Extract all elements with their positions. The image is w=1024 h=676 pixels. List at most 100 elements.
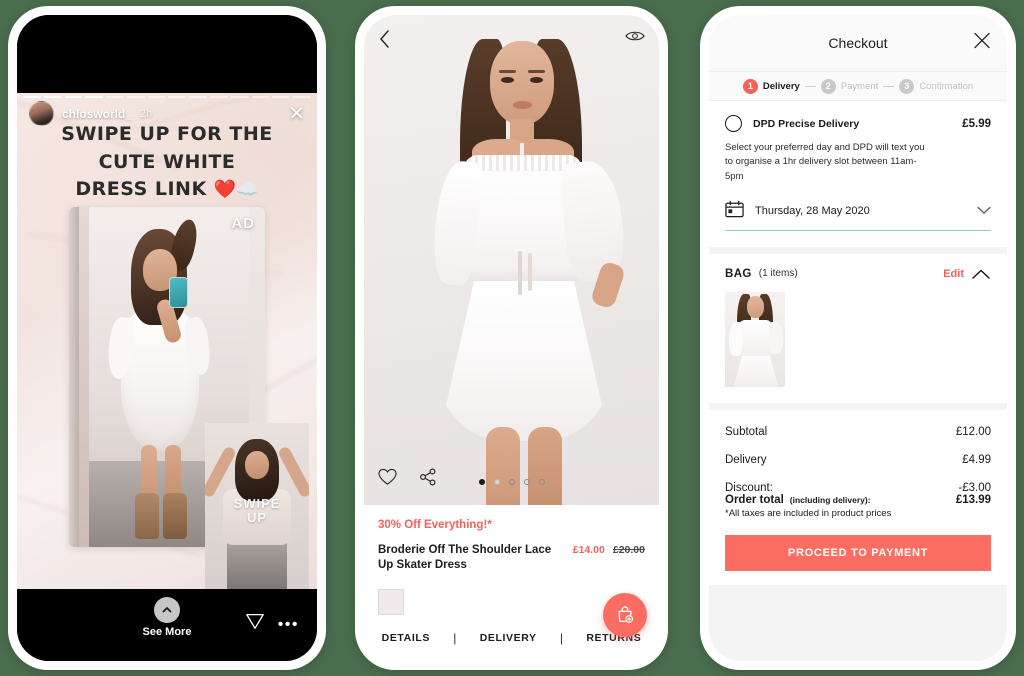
stepper-label: Confirmation bbox=[919, 80, 974, 92]
delivery-date-value: Thursday, 28 May 2020 bbox=[755, 205, 870, 218]
edit-bag-button[interactable]: Edit bbox=[943, 268, 964, 280]
chevron-down-icon[interactable] bbox=[977, 202, 991, 220]
product-hero-image[interactable] bbox=[364, 15, 659, 506]
chevron-up-icon[interactable] bbox=[971, 268, 991, 280]
ad-label: AD bbox=[231, 215, 255, 232]
story-header: chlosworld_ 2h ✕ bbox=[17, 101, 317, 126]
story-screen: chlosworld_ 2h ✕ SWIPE UP FOR THE CUTE W… bbox=[17, 15, 317, 661]
delivery-option-row[interactable]: DPD Precise Delivery £5.99 bbox=[725, 115, 991, 132]
carousel-dot[interactable] bbox=[523, 479, 530, 486]
stepper-step-payment[interactable]: 2 Payment bbox=[820, 78, 878, 94]
product-title: Broderie Off The Shoulder Lace Up Skater… bbox=[378, 544, 552, 572]
calendar-icon bbox=[725, 200, 744, 223]
story-progress-segment[interactable] bbox=[147, 96, 166, 98]
carousel-dot[interactable] bbox=[493, 479, 500, 486]
person-face bbox=[245, 451, 269, 479]
summary-row-label: Subtotal bbox=[725, 425, 768, 438]
story-progress-segment[interactable] bbox=[230, 96, 249, 98]
model-leg-left bbox=[486, 427, 520, 506]
story-content[interactable]: chlosworld_ 2h ✕ SWIPE UP FOR THE CUTE W… bbox=[17, 93, 317, 589]
story-progress-segment[interactable] bbox=[251, 96, 270, 98]
stepper-bullet: 3 bbox=[899, 78, 915, 94]
story-progress-segment[interactable] bbox=[293, 96, 311, 98]
story-status-area bbox=[17, 15, 317, 93]
add-to-bag-button[interactable] bbox=[603, 593, 647, 637]
story-progress-segment[interactable] bbox=[189, 96, 208, 98]
bag-item-count: (1 items) bbox=[758, 268, 798, 280]
tab-delivery[interactable]: DELIVERY bbox=[480, 632, 537, 644]
proceed-to-payment-button[interactable]: PROCEED TO PAYMENT bbox=[725, 534, 991, 571]
send-icon[interactable] bbox=[245, 611, 265, 636]
stepper-bullet: 1 bbox=[742, 78, 758, 94]
delivery-date-picker[interactable]: Thursday, 28 May 2020 bbox=[725, 200, 991, 231]
order-summary-card: Subtotal £12.00 Delivery £4.99 Discount: -£3.… bbox=[709, 409, 1007, 585]
story-timestamp: 2h bbox=[140, 107, 153, 120]
thumb-skirt bbox=[733, 351, 779, 387]
page-title: Checkout bbox=[828, 35, 888, 51]
dress-tassel bbox=[528, 253, 532, 291]
order-total-left: Order total (including delivery): bbox=[725, 494, 871, 506]
stepper-step-confirmation[interactable]: 3 Confirmation bbox=[899, 78, 974, 94]
model-eyebrow-left bbox=[499, 70, 516, 73]
delivery-method-price: £5.99 bbox=[962, 117, 991, 130]
radio-unchecked-icon[interactable] bbox=[725, 115, 742, 132]
share-icon[interactable] bbox=[419, 468, 437, 491]
summary-row: Discount: -£3.00 bbox=[725, 482, 991, 494]
promo-banner-text: 30% Off Everything!* bbox=[378, 519, 492, 532]
story-progress-segment[interactable] bbox=[210, 96, 228, 98]
close-icon[interactable] bbox=[973, 32, 991, 55]
story-progress-segment[interactable] bbox=[106, 96, 124, 98]
order-total-row: Order total (including delivery): £13.99 bbox=[725, 494, 991, 506]
close-icon[interactable]: ✕ bbox=[288, 104, 305, 124]
story-progress-segment[interactable] bbox=[23, 96, 41, 98]
add-to-bag-icon bbox=[618, 606, 634, 623]
carousel-dot[interactable] bbox=[538, 479, 545, 486]
story-progress-segment[interactable] bbox=[85, 96, 104, 98]
stepper-bullet: 2 bbox=[820, 78, 836, 94]
story-caption: SWIPE UP FOR THE CUTE WHITE DRESS LINK ❤… bbox=[31, 121, 303, 204]
phone-instagram-story: chlosworld_ 2h ✕ SWIPE UP FOR THE CUTE W… bbox=[8, 6, 326, 670]
product-actions bbox=[378, 468, 437, 491]
carousel-dots[interactable] bbox=[478, 479, 545, 486]
story-progress-segment[interactable] bbox=[168, 96, 187, 98]
heart-icon[interactable] bbox=[378, 468, 397, 491]
story-progress-segment[interactable] bbox=[43, 96, 62, 98]
bag-item-thumbnail[interactable] bbox=[725, 291, 785, 387]
eye-icon[interactable] bbox=[625, 29, 645, 48]
product-info: 30% Off Everything!* Broderie Off The Sh… bbox=[364, 505, 659, 637]
product-price-original: £20.00 bbox=[612, 544, 645, 557]
story-username[interactable]: chlosworld_ bbox=[62, 107, 132, 121]
heart-cloud-emoji: ❤️☁️ bbox=[213, 179, 259, 201]
stepper-connector bbox=[883, 85, 895, 87]
story-caption-line1: SWIPE UP FOR THE CUTE WHITE bbox=[61, 123, 273, 173]
avatar[interactable] bbox=[29, 101, 54, 126]
checkout-stepper: 1 Delivery 2 Payment 3 Confirmation bbox=[709, 71, 1007, 101]
story-progress-bar[interactable] bbox=[23, 96, 311, 98]
carousel-dot[interactable] bbox=[478, 479, 485, 486]
color-swatch[interactable] bbox=[378, 589, 404, 615]
tax-note: *All taxes are included in product price… bbox=[725, 507, 892, 519]
delivery-description: Select your preferred day and DPD will t… bbox=[725, 142, 925, 182]
carousel-dot[interactable] bbox=[508, 479, 515, 486]
bag-card: BAG (1 items) Edit bbox=[709, 253, 1007, 403]
see-more-button[interactable]: See More bbox=[17, 597, 317, 638]
story-progress-segment[interactable] bbox=[64, 96, 83, 98]
thumb-sleeve-left bbox=[729, 321, 742, 356]
summary-row-label: Discount: bbox=[725, 481, 773, 494]
story-progress-segment[interactable] bbox=[272, 96, 291, 98]
story-progress-segment[interactable] bbox=[126, 96, 145, 98]
thumb-head bbox=[747, 295, 764, 318]
phone-checkout: Checkout 1 Delivery 2 Payment 3 Confirmation … bbox=[700, 6, 1016, 670]
stepper-step-delivery[interactable]: 1 Delivery bbox=[742, 78, 800, 94]
screenshot-stage: chlosworld_ 2h ✕ SWIPE UP FOR THE CUTE W… bbox=[0, 0, 1024, 676]
chevron-left-icon[interactable] bbox=[378, 29, 392, 54]
more-dots-icon[interactable]: ••• bbox=[278, 617, 299, 633]
tab-separator: | bbox=[453, 631, 457, 645]
model-head bbox=[490, 41, 554, 125]
dress-skirt bbox=[438, 273, 610, 441]
pdp-screen: 30% Off Everything!* Broderie Off The Sh… bbox=[364, 15, 659, 661]
delivery-option-card: DPD Precise Delivery £5.99 Select your p… bbox=[709, 101, 1007, 247]
summary-row-value: -£3.00 bbox=[958, 481, 991, 494]
summary-row: Subtotal £12.00 bbox=[725, 426, 991, 438]
tab-details[interactable]: DETAILS bbox=[382, 632, 430, 644]
